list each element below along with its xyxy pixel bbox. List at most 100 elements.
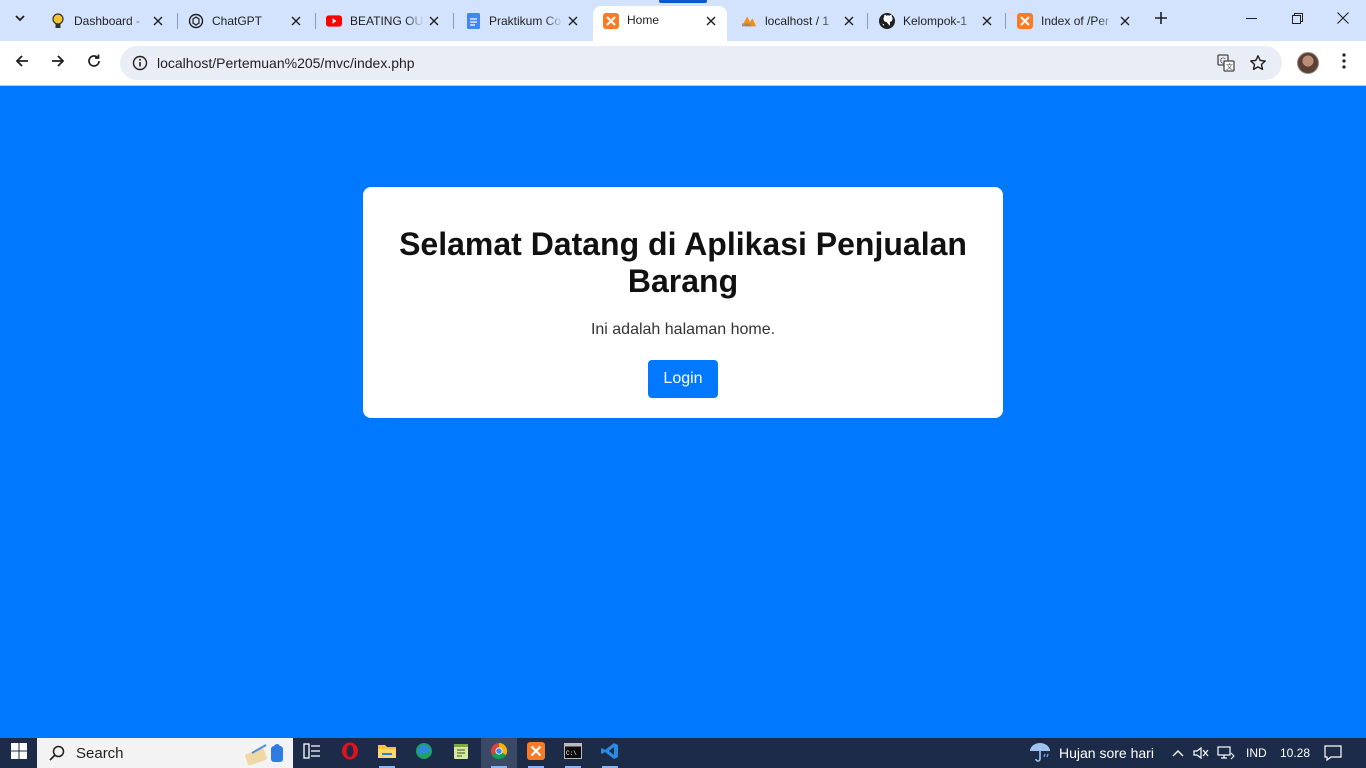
search-icon (49, 745, 65, 766)
close-icon[interactable] (563, 11, 583, 31)
url-text: localhost/Pertemuan%205/mvc/index.php (157, 55, 415, 71)
start-button[interactable] (0, 738, 37, 768)
profile-avatar[interactable] (1297, 52, 1319, 74)
close-icon (1337, 11, 1349, 29)
back-button[interactable] (7, 48, 37, 78)
minimize-icon (1245, 11, 1257, 29)
close-icon[interactable] (148, 11, 168, 31)
tab-title: BEATING OU (350, 13, 424, 28)
welcome-card: Selamat Datang di Aplikasi Penjualan Bar… (363, 187, 1003, 418)
tab-dashboard[interactable]: Dashboard - (40, 6, 174, 35)
github-icon (879, 12, 895, 29)
google-docs-icon (465, 12, 481, 29)
taskbar: Search C:\ Hujan sore hari IND 10.28 (0, 738, 1366, 768)
tab-youtube[interactable]: BEATING OU (316, 6, 450, 35)
close-icon[interactable] (701, 11, 721, 31)
phpmyadmin-icon: PMA (741, 13, 757, 29)
tab-title: Home (627, 13, 660, 27)
translate-icon[interactable]: G文 (1214, 51, 1238, 75)
forward-button[interactable] (43, 48, 73, 78)
tab-media-indicator (659, 0, 707, 3)
taskbar-file-explorer[interactable] (369, 738, 405, 768)
page-title: Selamat Datang di Aplikasi Penjualan Bar… (399, 226, 967, 299)
new-tab-button[interactable] (1150, 9, 1172, 31)
search-label: Search (76, 745, 124, 762)
taskbar-vscode[interactable] (592, 738, 628, 768)
chrome-icon (490, 742, 508, 765)
notification-icon[interactable] (1324, 744, 1342, 762)
arrow-right-icon (50, 53, 66, 74)
tab-search-button[interactable] (7, 7, 33, 33)
tab-title: Dashboard - (74, 13, 141, 28)
tab-title: Index of /Per (1041, 13, 1110, 28)
plus-icon (1154, 11, 1168, 30)
taskbar-notepad[interactable] (443, 738, 479, 768)
page-subtitle: Ini adalah halaman home. (590, 321, 776, 338)
opera-icon (341, 742, 359, 765)
close-icon[interactable] (424, 11, 444, 31)
restore-button[interactable] (1274, 0, 1320, 40)
windows-icon (10, 742, 27, 764)
page-body: Selamat Datang di Aplikasi Penjualan Bar… (0, 87, 1366, 738)
close-window-button[interactable] (1320, 0, 1366, 40)
edge-icon (415, 742, 433, 765)
close-icon[interactable] (286, 11, 306, 31)
tab-title: Praktikum Co (489, 13, 562, 28)
tab-chatgpt[interactable]: ChatGPT (178, 6, 312, 35)
chatgpt-icon (188, 13, 204, 29)
site-info-icon[interactable] (128, 51, 152, 75)
vscode-icon (601, 742, 619, 765)
terminal-icon: C:\ (564, 742, 582, 764)
xampp-icon (1017, 12, 1033, 29)
taskbar-chrome[interactable] (481, 738, 517, 768)
notepad-icon (453, 742, 469, 765)
taskbar-xampp[interactable] (518, 738, 554, 768)
minimize-button[interactable] (1228, 0, 1274, 40)
tab-title: Kelompok-1 (903, 13, 968, 28)
language-indicator[interactable]: IND (1246, 746, 1267, 760)
network-icon[interactable] (1217, 744, 1235, 762)
tab-index-of[interactable]: Index of /Per (1007, 6, 1141, 35)
more-vertical-icon (1342, 52, 1346, 74)
star-icon[interactable] (1246, 51, 1270, 75)
reload-button[interactable] (79, 48, 109, 78)
taskbar-search[interactable]: Search (37, 738, 293, 768)
taskbar-opera[interactable] (332, 738, 368, 768)
search-highlight-icon (244, 741, 288, 766)
menu-button[interactable] (1331, 48, 1357, 78)
tab-title: localhost / 1 (765, 13, 830, 28)
tab-strip: Dashboard - ChatGPT BEATING OU Praktikum… (0, 0, 1366, 41)
svg-text:PMA: PMA (742, 22, 753, 27)
close-icon[interactable] (839, 11, 859, 31)
task-view-button[interactable] (294, 738, 330, 768)
arrow-left-icon (14, 53, 30, 74)
browser-toolbar: localhost/Pertemuan%205/mvc/index.php G文 (0, 41, 1366, 86)
weather-rain-icon[interactable] (1028, 742, 1052, 762)
tab-google-docs[interactable]: Praktikum Co (455, 6, 589, 35)
tab-title: ChatGPT (212, 13, 263, 28)
weather-text[interactable]: Hujan sore hari (1059, 745, 1154, 761)
xampp-icon (527, 741, 545, 765)
tab-phpmyadmin[interactable]: PMA localhost / 1 (731, 6, 865, 35)
tab-home[interactable]: Home (593, 6, 727, 41)
chevron-up-icon[interactable] (1169, 744, 1187, 762)
close-icon[interactable] (1115, 11, 1135, 31)
folder-icon (377, 743, 397, 764)
tab-github[interactable]: Kelompok-1 (869, 6, 1003, 35)
clock[interactable]: 10.28 (1280, 746, 1310, 760)
tab-separator (867, 13, 868, 29)
address-bar[interactable]: localhost/Pertemuan%205/mvc/index.php G文 (120, 46, 1282, 80)
reload-icon (86, 53, 102, 74)
svg-text:文: 文 (1226, 62, 1233, 71)
login-button[interactable]: Login (648, 360, 718, 398)
lightbulb-icon (50, 12, 66, 29)
tab-separator (1005, 13, 1006, 29)
youtube-icon (326, 13, 342, 29)
xampp-icon (603, 13, 619, 29)
speaker-muted-icon[interactable] (1192, 744, 1210, 762)
taskbar-edge[interactable] (406, 738, 442, 768)
taskbar-terminal[interactable]: C:\ (555, 738, 591, 768)
close-icon[interactable] (977, 11, 997, 31)
restore-icon (1291, 11, 1303, 29)
chevron-down-icon (14, 11, 26, 29)
